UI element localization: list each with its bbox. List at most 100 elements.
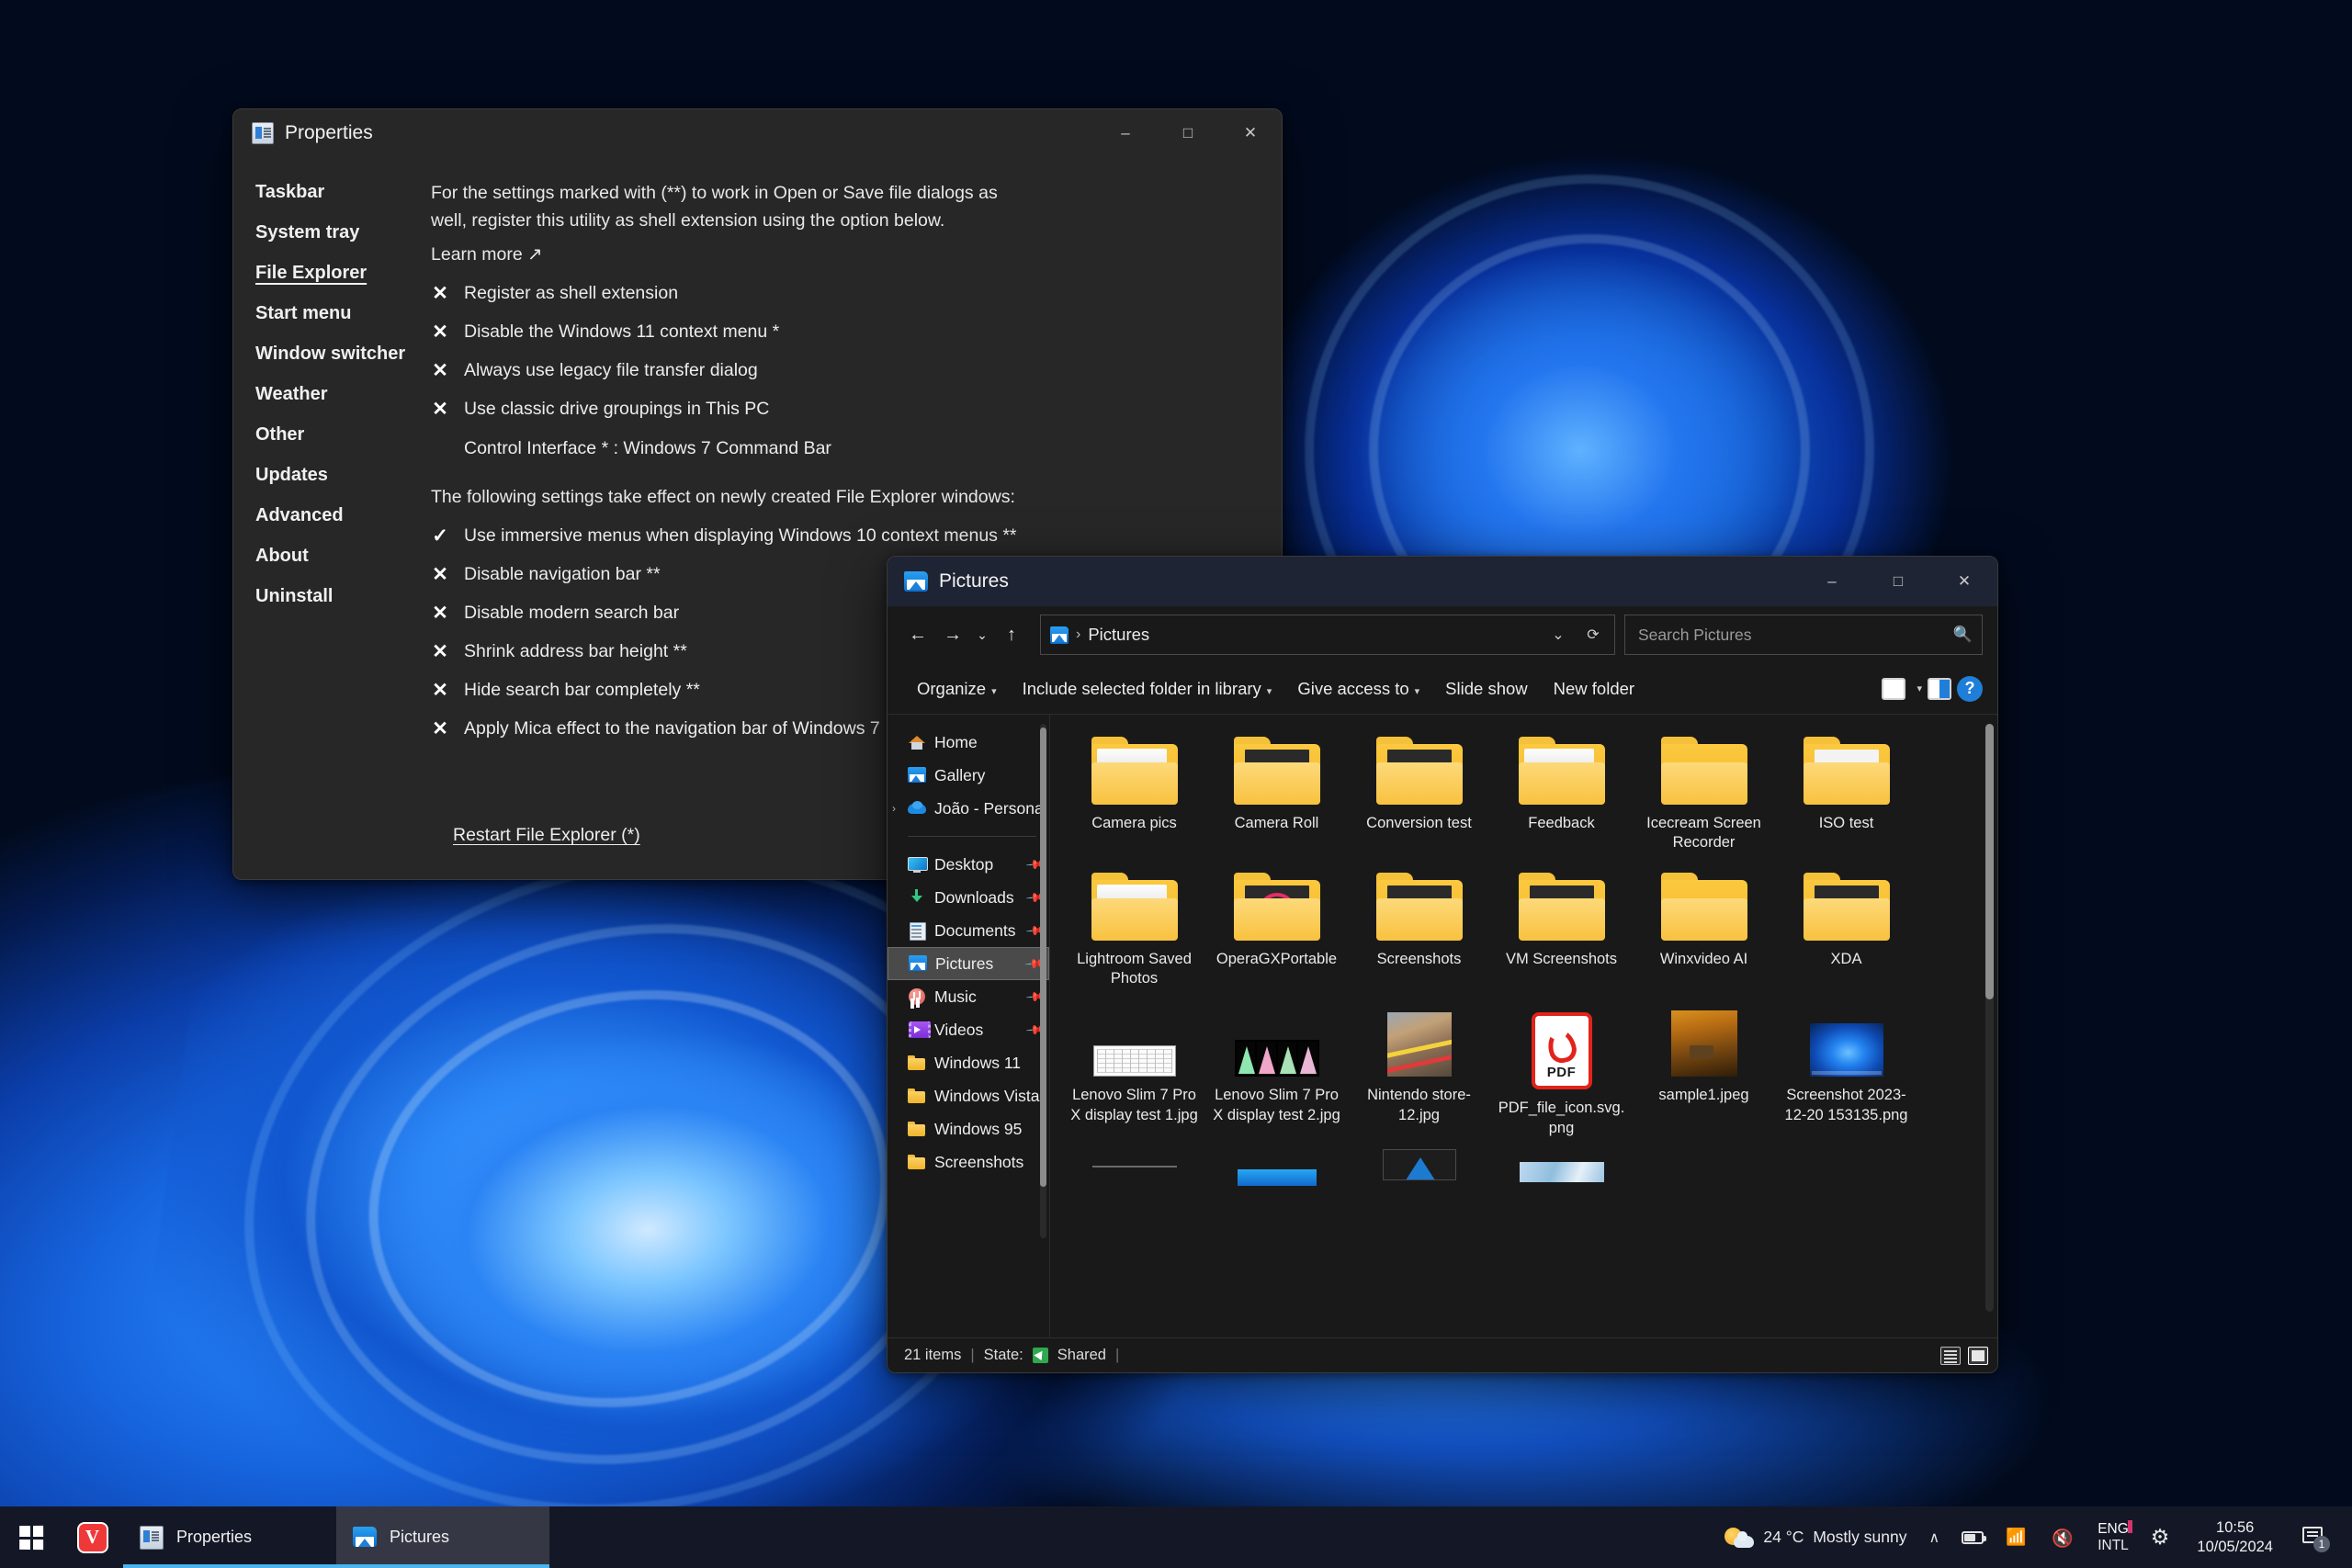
search-box[interactable]: 🔍 xyxy=(1624,615,1983,655)
taskbar-item-vivaldi[interactable]: V xyxy=(62,1506,123,1568)
sidebar-item-other[interactable]: Other xyxy=(255,414,431,455)
volume-button[interactable]: 🔇 xyxy=(2041,1506,2086,1568)
sidebar-item-taskbar[interactable]: Taskbar xyxy=(255,172,431,212)
change-view-icon[interactable] xyxy=(1882,678,1905,700)
recent-locations-chevron-down-icon[interactable]: ⌄ xyxy=(970,617,994,652)
chevron-right-icon[interactable]: › xyxy=(892,802,896,815)
list-item[interactable]: Feedback xyxy=(1490,726,1633,858)
sidebar-item-windows-vista[interactable]: Windows Vista xyxy=(888,1079,1049,1112)
list-item[interactable]: Lightroom Saved Photos xyxy=(1063,862,1205,994)
option-immersive-menus[interactable]: ✓ Use immersive menus when displaying Wi… xyxy=(431,525,1254,547)
properties-titlebar[interactable]: Properties – □ ✕ xyxy=(233,109,1282,157)
new-folder-button[interactable]: New folder xyxy=(1541,671,1647,706)
sidebar-item-window-switcher[interactable]: Window switcher xyxy=(255,333,431,374)
close-button[interactable]: ✕ xyxy=(1931,557,1997,606)
option-legacy-file-transfer-dialog[interactable]: ✕ Always use legacy file transfer dialog xyxy=(431,360,1254,381)
sidebar-item-windows-95[interactable]: Windows 95 xyxy=(888,1112,1049,1145)
sidebar-item-windows-11[interactable]: Windows 11 xyxy=(888,1046,1049,1079)
sidebar-item-uninstall[interactable]: Uninstall xyxy=(255,576,431,616)
list-item[interactable]: PDF PDF_file_icon.svg.png xyxy=(1490,998,1633,1143)
list-item[interactable]: Nintendo store-12.jpg xyxy=(1348,998,1490,1143)
tray-overflow-button[interactable]: ∧ xyxy=(1917,1506,1951,1568)
list-item[interactable]: Screenshots xyxy=(1348,862,1490,994)
sidebar-item-onedrive[interactable]: › João - Personal xyxy=(888,792,1049,825)
maximize-button[interactable]: □ xyxy=(1865,557,1931,606)
sidebar-item-file-explorer[interactable]: File Explorer xyxy=(255,253,431,293)
back-button[interactable]: ← xyxy=(900,617,935,652)
help-button[interactable]: ? xyxy=(1957,676,1983,702)
list-item[interactable]: Conversion test xyxy=(1348,726,1490,858)
file-list-pane[interactable]: Camera pics Camera Roll xyxy=(1049,715,1997,1337)
option-classic-drive-groupings[interactable]: ✕ Use classic drive groupings in This PC xyxy=(431,399,1254,420)
file-explorer-window[interactable]: Pictures – □ ✕ ← → ⌄ ↑ › Pictures ⌄ ⟳ xyxy=(887,556,1998,1373)
close-button[interactable]: ✕ xyxy=(1219,109,1282,157)
preview-pane-icon[interactable] xyxy=(1928,678,1951,700)
start-button[interactable] xyxy=(0,1506,62,1568)
give-access-to-button[interactable]: Give access to▾ xyxy=(1284,671,1432,706)
taskbar-item-properties[interactable]: Properties xyxy=(123,1506,336,1568)
maximize-button[interactable]: □ xyxy=(1157,109,1219,157)
large-icons-view-button[interactable] xyxy=(1968,1347,1988,1365)
address-chevron-down-icon[interactable]: ⌄ xyxy=(1544,626,1572,644)
view-chevron-down-icon[interactable]: ▾ xyxy=(1917,682,1922,694)
list-item[interactable]: Winxvideo AI xyxy=(1633,862,1775,994)
list-item[interactable]: Icecream Screen Recorder xyxy=(1633,726,1775,858)
language-button[interactable]: ENG INTL xyxy=(2086,1506,2140,1568)
list-item[interactable]: OperaGXPortable xyxy=(1205,862,1348,994)
learn-more-link[interactable]: Learn more ↗ xyxy=(431,243,542,265)
list-item[interactable]: VM Screenshots xyxy=(1490,862,1633,994)
sidebar-item-screenshots[interactable]: Screenshots xyxy=(888,1145,1049,1179)
sidebar-item-documents[interactable]: Documents 📌 xyxy=(888,914,1049,947)
list-item[interactable]: XDA xyxy=(1775,862,1917,994)
refresh-icon[interactable]: ⟳ xyxy=(1579,626,1607,644)
taskbar-item-pictures[interactable]: Pictures xyxy=(336,1506,549,1568)
up-button[interactable]: ↑ xyxy=(994,617,1029,652)
list-item[interactable]: Lenovo Slim 7 Pro X display test 1.jpg xyxy=(1063,998,1205,1143)
sidebar-item-videos[interactable]: Videos 📌 xyxy=(888,1013,1049,1046)
search-icon[interactable]: 🔍 xyxy=(1953,626,1973,644)
sidebar-scrollbar[interactable] xyxy=(1040,724,1046,1238)
restart-file-explorer-link[interactable]: Restart File Explorer (*) xyxy=(453,825,640,846)
network-button[interactable]: 📶 xyxy=(1995,1506,2041,1568)
sidebar-item-music[interactable]: Music 📌 xyxy=(888,980,1049,1013)
address-input[interactable]: › Pictures ⌄ ⟳ xyxy=(1040,615,1615,655)
minimize-button[interactable]: – xyxy=(1799,557,1865,606)
sidebar-item-advanced[interactable]: Advanced xyxy=(255,495,431,536)
option-control-interface[interactable]: Control Interface * : Windows 7 Command … xyxy=(431,438,1254,459)
slide-show-button[interactable]: Slide show xyxy=(1432,671,1540,706)
sidebar-item-start-menu[interactable]: Start menu xyxy=(255,293,431,333)
minimize-button[interactable]: – xyxy=(1094,109,1157,157)
sidebar-item-home[interactable]: Home xyxy=(888,726,1049,759)
notifications-button[interactable]: 1 xyxy=(2290,1506,2339,1568)
include-in-library-button[interactable]: Include selected folder in library▾ xyxy=(1010,671,1285,706)
list-item[interactable]: Lenovo Slim 7 Pro X display test 2.jpg xyxy=(1205,998,1348,1143)
sidebar-item-gallery[interactable]: Gallery xyxy=(888,759,1049,792)
sidebar-item-desktop[interactable]: Desktop 📌 xyxy=(888,848,1049,881)
weather-widget[interactable]: 24 °C Mostly sunny xyxy=(1713,1506,1917,1568)
explorer-titlebar[interactable]: Pictures – □ ✕ xyxy=(888,557,1997,606)
list-item[interactable]: Camera Roll xyxy=(1205,726,1348,858)
sidebar-item-downloads[interactable]: Downloads 📌 xyxy=(888,881,1049,914)
settings-button[interactable]: ⚙ xyxy=(2140,1506,2181,1568)
sidebar-item-about[interactable]: About xyxy=(255,536,431,576)
clock-button[interactable]: 10:56 10/05/2024 xyxy=(2180,1506,2290,1568)
scrollbar-thumb[interactable] xyxy=(1985,724,1994,999)
sidebar-item-weather[interactable]: Weather xyxy=(255,374,431,414)
option-disable-win11-context-menu[interactable]: ✕ Disable the Windows 11 context menu * xyxy=(431,321,1254,343)
scrollbar-thumb[interactable] xyxy=(1040,728,1046,1187)
search-input[interactable] xyxy=(1638,626,1953,645)
content-scrollbar[interactable] xyxy=(1985,724,1994,1312)
battery-button[interactable] xyxy=(1951,1506,1995,1568)
organize-button[interactable]: Organize▾ xyxy=(904,671,1010,706)
breadcrumb[interactable]: Pictures xyxy=(1088,625,1149,645)
list-item[interactable]: Camera pics xyxy=(1063,726,1205,858)
list-item[interactable]: Screenshot 2023-12-20 153135.png xyxy=(1775,998,1917,1143)
sidebar-item-pictures[interactable]: Pictures 📌 xyxy=(888,947,1049,980)
list-item[interactable]: ISO test xyxy=(1775,726,1917,858)
sidebar-item-system-tray[interactable]: System tray xyxy=(255,212,431,253)
forward-button[interactable]: → xyxy=(935,617,970,652)
sidebar-item-updates[interactable]: Updates xyxy=(255,455,431,495)
list-item[interactable]: sample1.jpeg xyxy=(1633,998,1775,1143)
option-register-shell-extension[interactable]: ✕ Register as shell extension xyxy=(431,283,1254,304)
details-view-button[interactable] xyxy=(1940,1347,1961,1365)
